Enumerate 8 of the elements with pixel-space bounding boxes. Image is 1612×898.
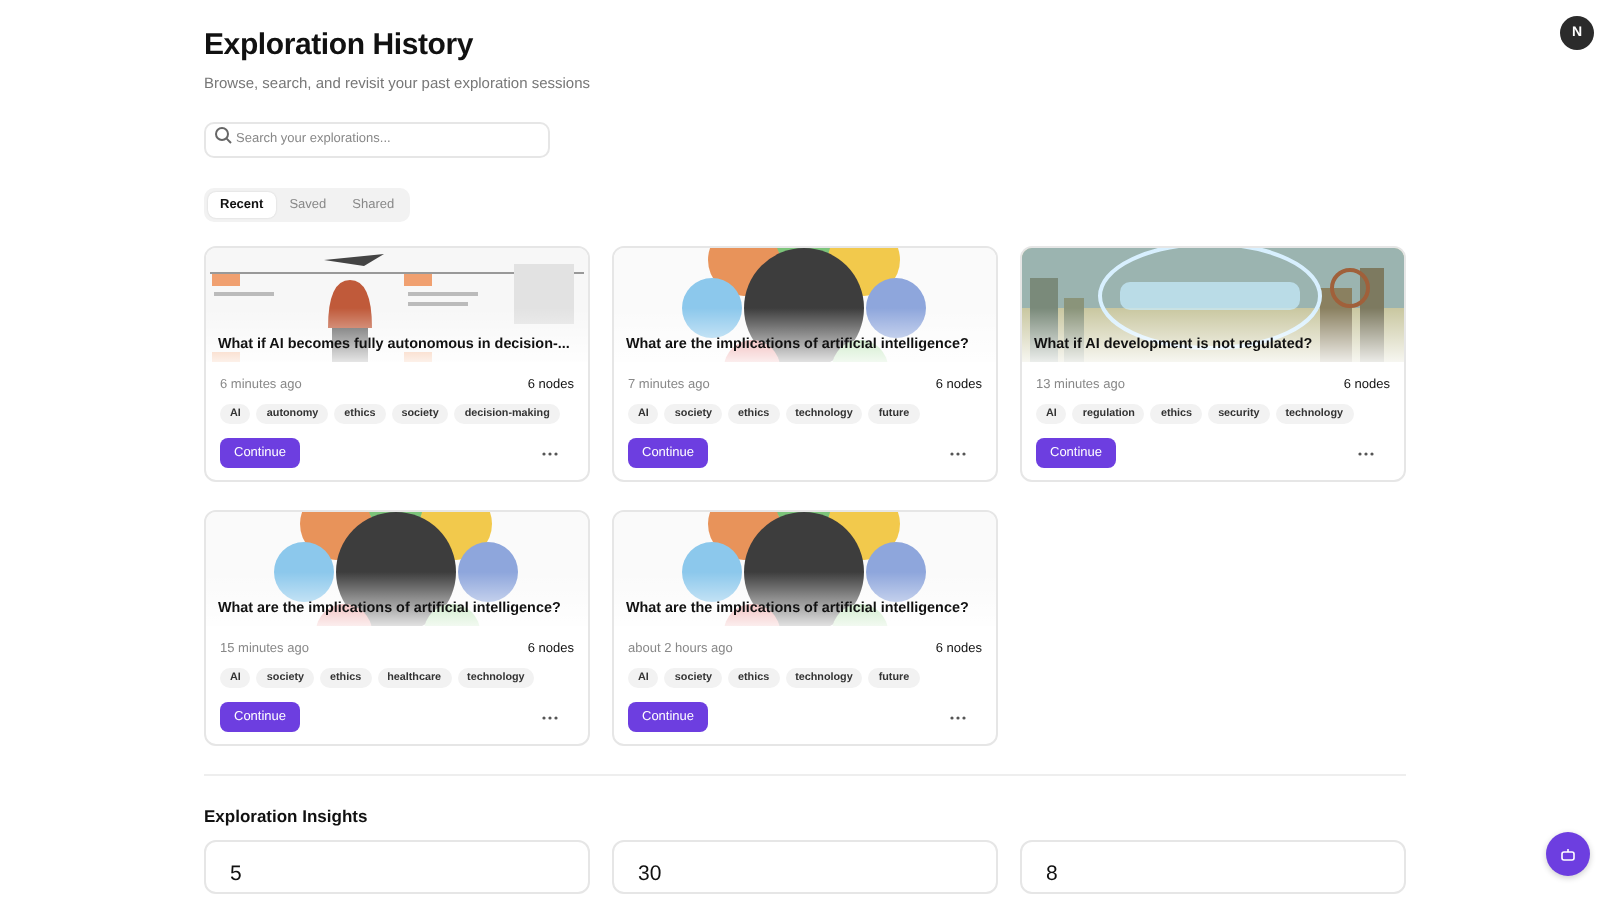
search-icon: [214, 125, 232, 143]
stat-card: 8: [1020, 840, 1406, 894]
stat-card: 5: [204, 840, 590, 894]
stat-card: 30: [612, 840, 998, 894]
page-title: Exploration History: [204, 28, 476, 64]
section-title: Exploration Insights: [204, 806, 370, 826]
robot-icon: [1560, 846, 1576, 862]
assistant-button[interactable]: [1546, 832, 1590, 876]
